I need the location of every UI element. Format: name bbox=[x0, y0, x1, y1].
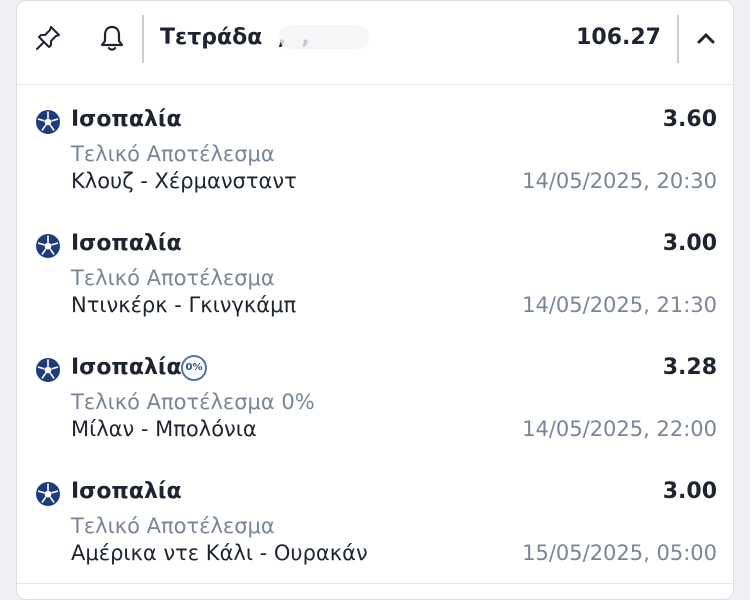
redacted-area bbox=[279, 25, 369, 49]
selection-odds: 3.00 bbox=[662, 231, 717, 256]
selection-item[interactable]: Ισοπαλία 0% 3.28 Τελικό Αποτέλεσμα 0% Μί… bbox=[17, 345, 733, 469]
header-divider-right bbox=[677, 15, 679, 63]
event-datetime: 14/05/2025, 20:30 bbox=[522, 169, 717, 193]
event-name: Κλουζ - Χέρμανσταντ bbox=[71, 169, 297, 193]
event-datetime: 15/05/2025, 05:00 bbox=[522, 541, 717, 565]
selection-name: Ισοπαλία bbox=[71, 231, 182, 256]
boost-badge: 0% bbox=[181, 355, 207, 381]
bell-icon[interactable] bbox=[97, 23, 127, 53]
event-datetime: 14/05/2025, 22:00 bbox=[522, 417, 717, 441]
event-datetime: 14/05/2025, 21:30 bbox=[522, 293, 717, 317]
selection-odds: 3.00 bbox=[662, 479, 717, 504]
event-name: Αμέρικα ντε Κάλι - Ουρακάν bbox=[71, 541, 368, 565]
market-name: Τελικό Αποτέλεσμα 0% bbox=[71, 390, 315, 414]
selection-name: Ισοπαλία bbox=[71, 107, 182, 132]
bottom-divider bbox=[17, 583, 733, 584]
event-name: Ντινκέρκ - Γκινγκάμπ bbox=[71, 293, 297, 317]
soccer-ball-icon bbox=[36, 482, 60, 506]
chevron-up-icon[interactable] bbox=[691, 23, 721, 53]
selection-name: Ισοπαλία bbox=[71, 479, 182, 504]
bet-slip-card: Τετράδα , , 106.27 Ισοπαλία 3.60 Τελικό … bbox=[16, 0, 734, 600]
market-name: Τελικό Αποτέλεσμα bbox=[71, 142, 275, 166]
soccer-ball-icon bbox=[36, 234, 60, 258]
selection-odds: 3.60 bbox=[662, 107, 717, 132]
selection-item[interactable]: Ισοπαλία 3.00 Τελικό Αποτέλεσμα Αμέρικα … bbox=[17, 469, 733, 593]
total-odds: 106.27 bbox=[576, 25, 661, 50]
pin-icon[interactable] bbox=[33, 23, 63, 53]
soccer-ball-icon bbox=[36, 358, 60, 382]
selection-item[interactable]: Ισοπαλία 3.00 Τελικό Αποτέλεσμα Ντινκέρκ… bbox=[17, 221, 733, 345]
selection-name: Ισοπαλία bbox=[71, 355, 182, 380]
market-name: Τελικό Αποτέλεσμα bbox=[71, 266, 275, 290]
bet-slip-header: Τετράδα , , 106.27 bbox=[17, 1, 733, 85]
market-name: Τελικό Αποτέλεσμα bbox=[71, 514, 275, 538]
selection-odds: 3.28 bbox=[662, 355, 717, 380]
header-divider bbox=[142, 15, 144, 63]
event-name: Μίλαν - Μπολόνια bbox=[71, 417, 257, 441]
selection-item[interactable]: Ισοπαλία 3.60 Τελικό Αποτέλεσμα Κλουζ - … bbox=[17, 97, 733, 221]
soccer-ball-icon bbox=[36, 110, 60, 134]
